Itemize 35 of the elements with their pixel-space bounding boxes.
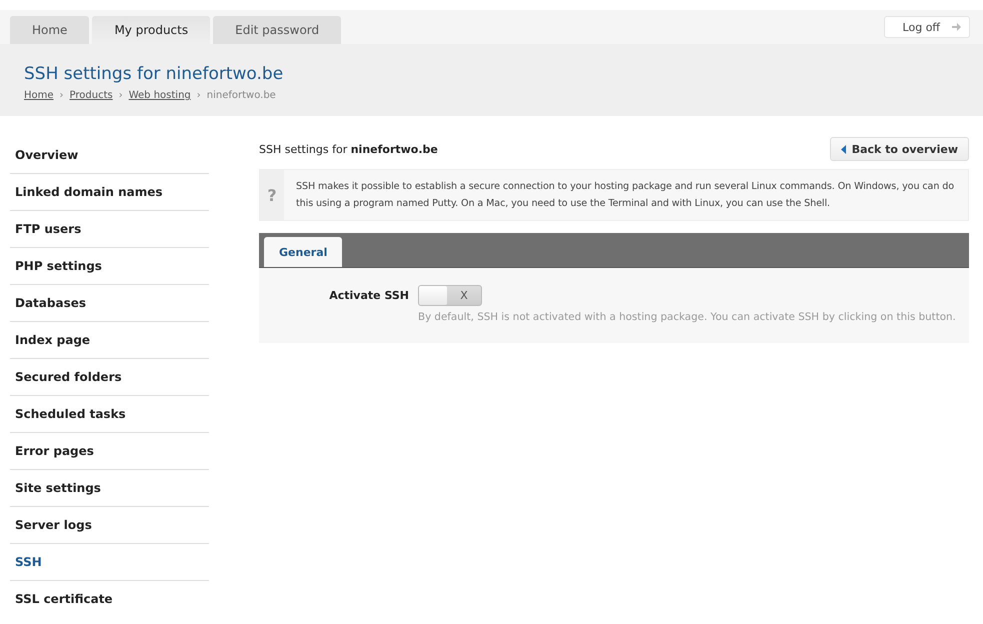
field-label: Activate SSH xyxy=(328,289,409,302)
breadcrumb-link[interactable]: Home xyxy=(24,90,54,101)
sidebar-item[interactable]: SSL certificate xyxy=(10,581,209,617)
sidebar-item[interactable]: FTP users xyxy=(10,211,209,248)
sidebar-item[interactable]: Error pages xyxy=(10,433,209,470)
panel-tab[interactable]: General xyxy=(264,237,342,267)
breadcrumb-link[interactable]: Products xyxy=(70,90,113,101)
breadcrumb-separator: › xyxy=(118,90,123,101)
caret-left-icon xyxy=(840,144,846,154)
nav-tab[interactable]: Edit password xyxy=(213,16,342,44)
info-text: SSH makes it possible to establish a secure connection to your hosting package and run several Linux commands. On Windows, you can do this using a program named Putty. On a Mac, you need to use the Terminal and with Linux, you can use the Shell. xyxy=(295,180,956,211)
nav-tab[interactable]: Home xyxy=(10,16,90,44)
page-title: SSH settings for ninefortwo.be xyxy=(24,64,284,84)
sidebar-item[interactable]: Overview xyxy=(10,137,209,174)
help-text: By default, SSH is not activated with a hosting package. You can activate SSH by clicking on this button. xyxy=(418,311,957,323)
toggle-switch[interactable]: X xyxy=(418,285,482,306)
help-icon: ? xyxy=(260,170,284,220)
sidebar-item[interactable]: Index page xyxy=(10,322,209,359)
nav-tab[interactable]: My products xyxy=(92,16,210,44)
sidebar-item[interactable]: Linked domain names xyxy=(10,174,209,211)
arrow-right-icon xyxy=(952,23,961,31)
sidebar-item[interactable]: Server logs xyxy=(10,507,209,544)
sidebar-item[interactable]: Scheduled tasks xyxy=(10,396,209,433)
sidebar-item[interactable]: Site settings xyxy=(10,470,209,507)
sidebar-item[interactable]: SSH xyxy=(10,544,209,581)
sidebar-item[interactable]: Secured folders xyxy=(10,359,209,396)
section-heading: SSH settings for ninefortwo.be xyxy=(259,142,438,156)
breadcrumb-current: ninefortwo.be xyxy=(206,90,276,101)
sidebar-item[interactable]: PHP settings xyxy=(10,248,209,285)
breadcrumb-link[interactable]: Web hosting xyxy=(128,90,191,101)
breadcrumb-separator: › xyxy=(196,90,201,101)
breadcrumb-separator: › xyxy=(60,90,64,101)
log-off-button[interactable]: Log off xyxy=(884,16,970,38)
back-button[interactable]: Back to overview xyxy=(830,137,969,161)
sidebar-item[interactable]: Databases xyxy=(10,285,209,322)
